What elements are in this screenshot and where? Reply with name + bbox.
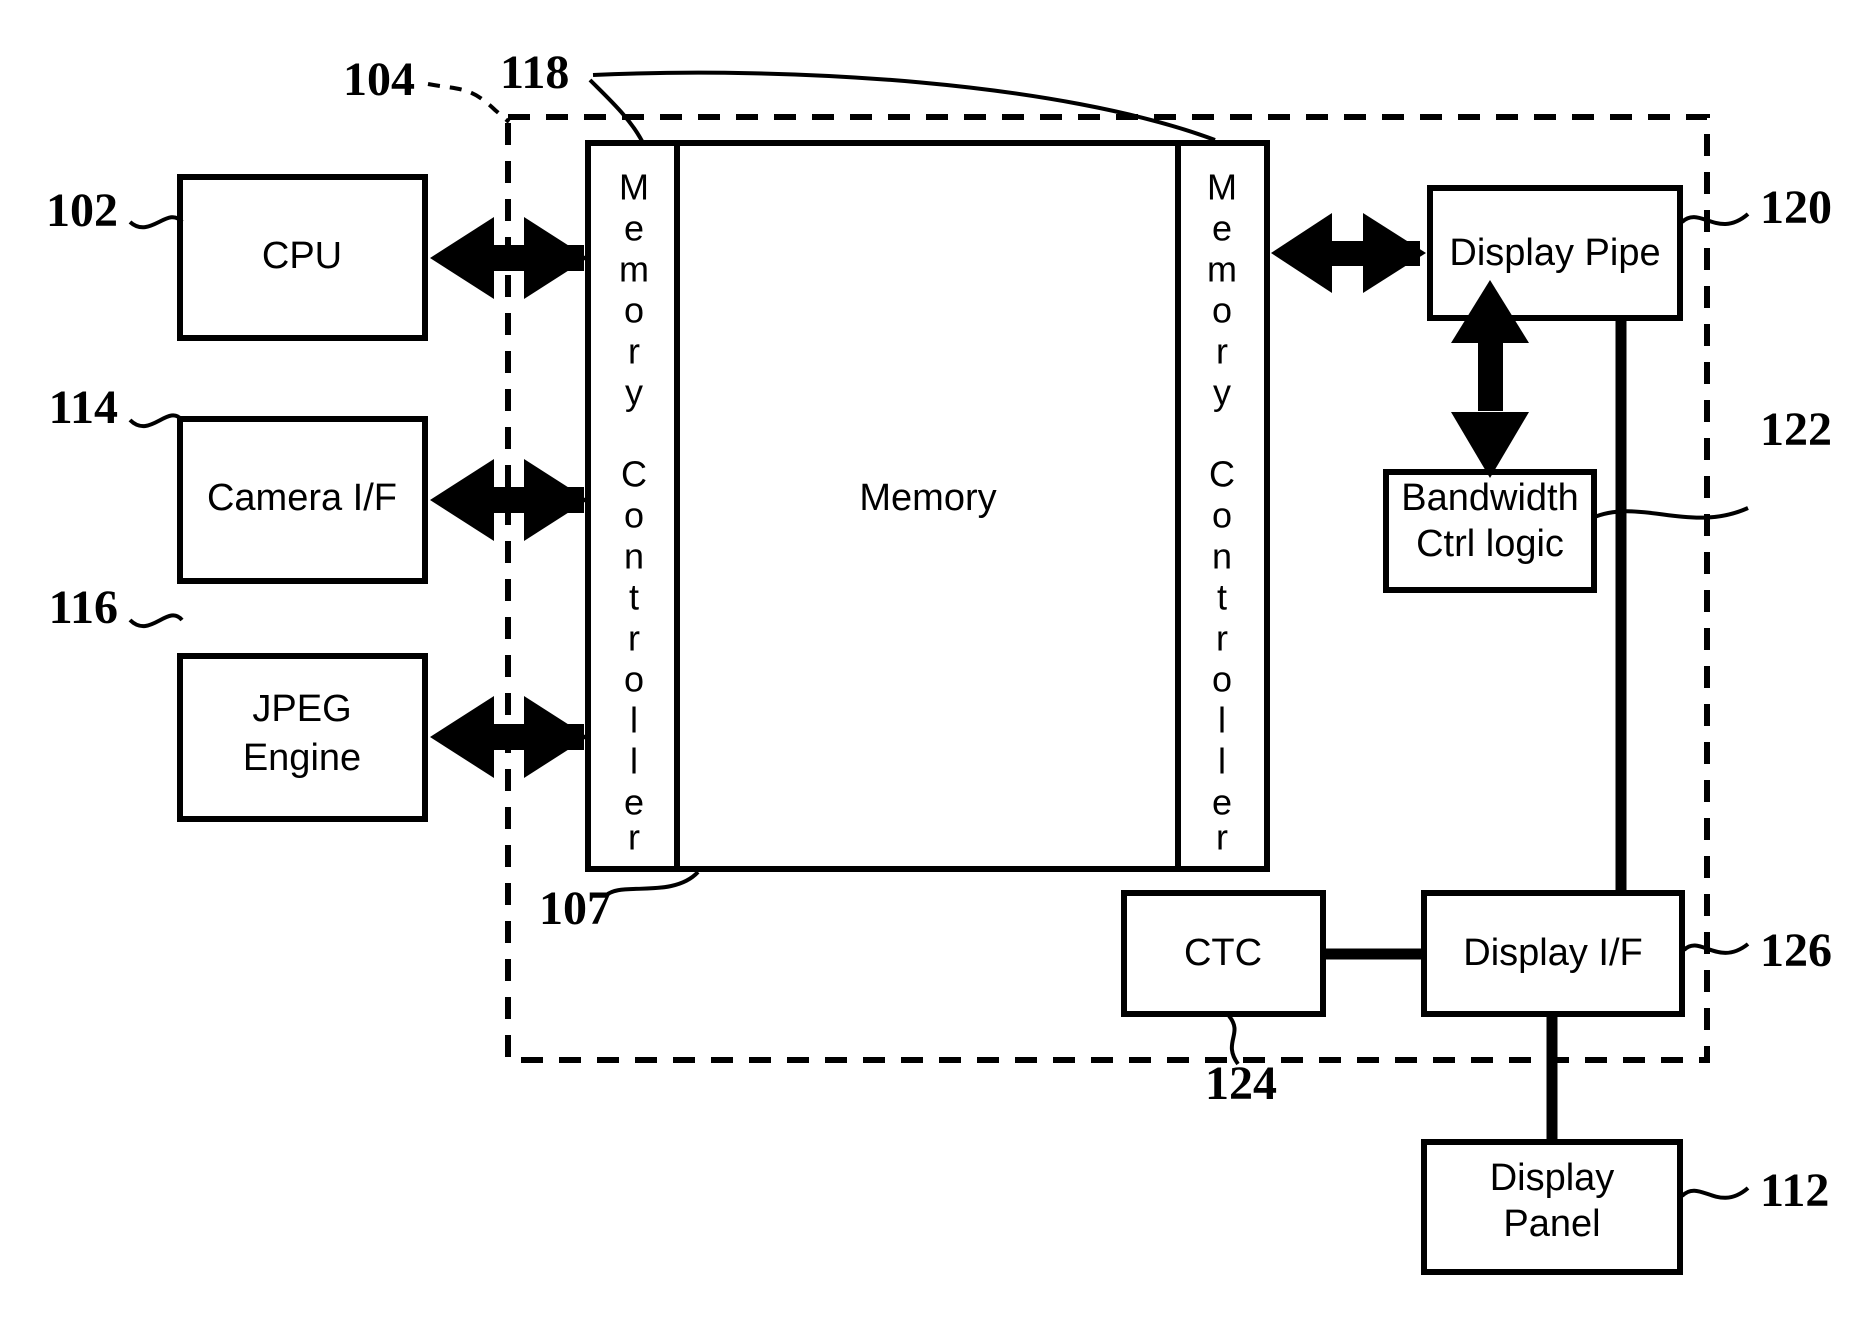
- svg-text:e: e: [1212, 208, 1232, 249]
- svg-text:r: r: [628, 618, 640, 659]
- jpeg-engine-label-line1: JPEG: [252, 688, 351, 730]
- ref-numeral-114: 114: [49, 381, 118, 434]
- svg-text:r: r: [1216, 817, 1228, 858]
- svg-text:M: M: [619, 167, 649, 208]
- leader-112: [1680, 1186, 1750, 1200]
- svg-text:r: r: [1216, 331, 1228, 372]
- figure-canvas: CPU Camera I/F JPEG Engine Memory M e m …: [0, 0, 1871, 1337]
- ref-numeral-104: 104: [343, 53, 415, 106]
- svg-text:y: y: [1213, 372, 1231, 413]
- leader-118-left: [588, 78, 646, 146]
- display-pipe-block: Display Pipe: [1427, 185, 1683, 321]
- svg-text:r: r: [1216, 618, 1228, 659]
- cpu-label: CPU: [262, 235, 342, 277]
- display-pipe-label: Display Pipe: [1449, 232, 1660, 274]
- svg-text:r: r: [628, 331, 640, 372]
- ref-numeral-116: 116: [49, 581, 118, 634]
- display-panel-block: Display Panel: [1421, 1139, 1683, 1275]
- svg-text:t: t: [629, 577, 639, 618]
- leader-126: [1682, 942, 1750, 955]
- display-if-label: Display I/F: [1463, 932, 1642, 974]
- svg-text:M: M: [1207, 167, 1237, 208]
- svg-text:o: o: [1212, 290, 1232, 331]
- leader-118-right: [592, 70, 1216, 142]
- bandwidth-ctrl-label-line1: Bandwidth: [1401, 477, 1578, 519]
- ctc-label: CTC: [1184, 932, 1262, 974]
- leader-107: [603, 870, 700, 899]
- bandwidth-ctrl-block: Bandwidth Ctrl logic: [1383, 469, 1597, 593]
- ref-numeral-112: 112: [1760, 1164, 1829, 1217]
- ref-numeral-102: 102: [46, 184, 118, 237]
- camera-if-block: Camera I/F: [177, 416, 428, 584]
- leader-120: [1680, 212, 1750, 226]
- ref-numeral-118: 118: [500, 46, 569, 99]
- leader-116: [128, 613, 184, 629]
- svg-text:o: o: [1212, 659, 1232, 700]
- svg-text:n: n: [1212, 536, 1232, 577]
- svg-text:n: n: [624, 536, 644, 577]
- svg-text:r: r: [628, 817, 640, 858]
- svg-text:m: m: [619, 249, 649, 290]
- memory-label: Memory: [859, 477, 996, 519]
- svg-text:l: l: [1218, 741, 1226, 782]
- svg-text:C: C: [621, 454, 647, 495]
- bandwidth-ctrl-label-line2: Ctrl logic: [1416, 523, 1564, 565]
- cpu-block: CPU: [177, 174, 428, 341]
- svg-text:y: y: [625, 372, 643, 413]
- svg-text:t: t: [1217, 577, 1227, 618]
- jpeg-engine-block: JPEG Engine: [177, 653, 428, 822]
- svg-text:o: o: [624, 495, 644, 536]
- memory-complex: Memory M e m o r y C o n t r o l l e r M…: [585, 140, 1270, 872]
- camera-if-label: Camera I/F: [207, 477, 397, 519]
- ref-numeral-122: 122: [1760, 403, 1832, 456]
- svg-text:C: C: [1209, 454, 1235, 495]
- ctc-block: CTC: [1121, 890, 1326, 1017]
- leader-122: [1591, 506, 1749, 520]
- jpeg-engine-label-line2: Engine: [243, 737, 361, 779]
- svg-text:o: o: [624, 659, 644, 700]
- svg-text:e: e: [624, 208, 644, 249]
- block-diagram-svg: CPU Camera I/F JPEG Engine Memory M e m …: [46, 46, 1832, 1275]
- svg-text:l: l: [630, 741, 638, 782]
- leader-102: [128, 215, 184, 230]
- ref-numeral-120: 120: [1760, 181, 1832, 234]
- svg-text:o: o: [624, 290, 644, 331]
- display-panel-label-line1: Display: [1490, 1157, 1615, 1199]
- svg-text:m: m: [1207, 249, 1237, 290]
- leader-114: [128, 413, 184, 429]
- svg-text:l: l: [1218, 700, 1226, 741]
- ref-numeral-126: 126: [1760, 924, 1832, 977]
- leader-104: [427, 82, 511, 124]
- ref-numeral-124: 124: [1205, 1057, 1277, 1110]
- arrow-memory-to-display-pipe: [1271, 213, 1426, 293]
- display-if-block: Display I/F: [1421, 890, 1685, 1017]
- svg-text:o: o: [1212, 495, 1232, 536]
- svg-text:l: l: [630, 700, 638, 741]
- ref-numeral-107: 107: [539, 882, 611, 935]
- display-panel-label-line2: Panel: [1503, 1203, 1600, 1245]
